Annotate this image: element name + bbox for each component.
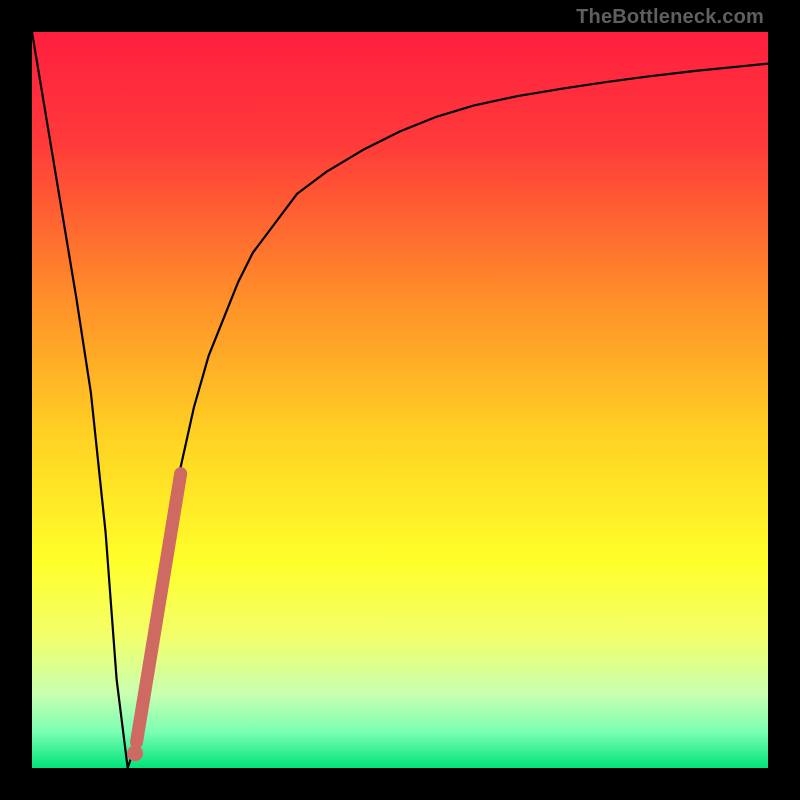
watermark-text: TheBottleneck.com xyxy=(576,6,764,29)
bottleneck-curve xyxy=(32,32,768,768)
highlight-end-dot xyxy=(127,745,143,761)
plot-area xyxy=(32,32,768,768)
curve-layer xyxy=(32,32,768,768)
highlight-segment xyxy=(137,474,181,743)
chart-frame: TheBottleneck.com xyxy=(0,0,800,800)
